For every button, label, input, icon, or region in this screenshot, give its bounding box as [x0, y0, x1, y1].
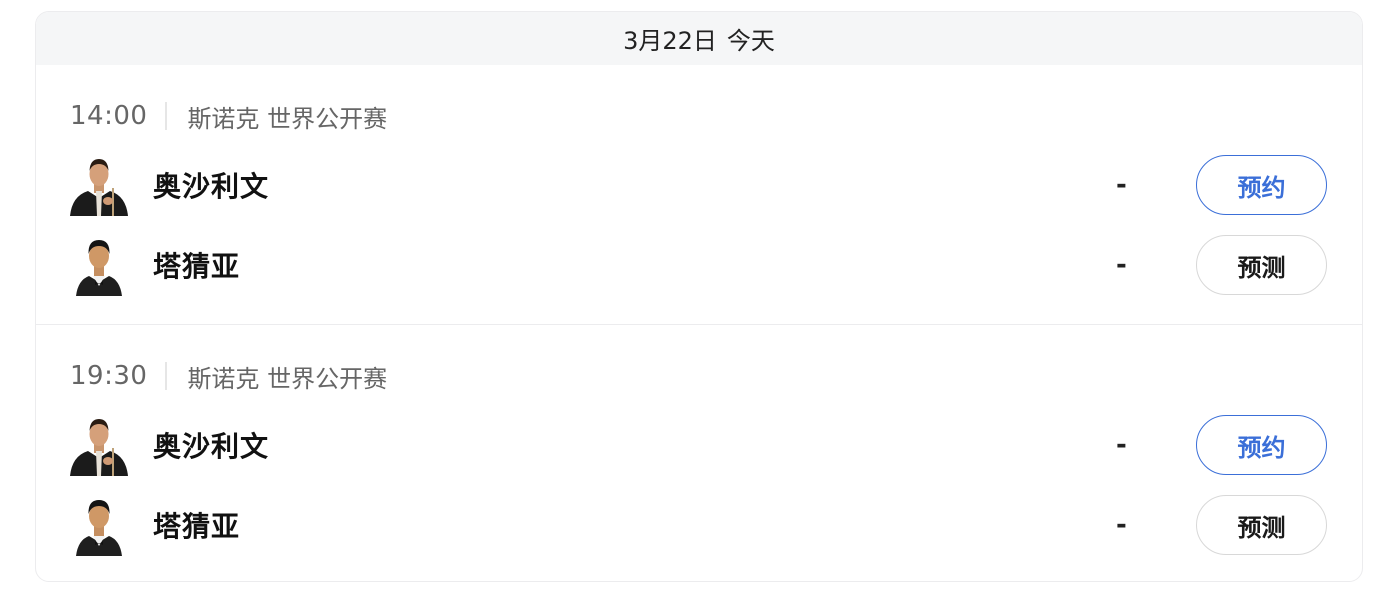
match-league: 斯诺克 世界公开赛: [187, 364, 388, 393]
match-item: 19:30 斯诺克 世界公开赛 奥沙利文 - 预约 塔猜亚 - 预测: [36, 324, 1362, 581]
player-name: 塔猜亚: [153, 250, 241, 283]
match-time: 19:30: [70, 361, 148, 391]
reserve-button[interactable]: 预约: [1196, 155, 1327, 215]
player-photo-thepchaiya-icon: [68, 494, 130, 556]
match-item: 14:00 斯诺克 世界公开赛 奥沙利文 - 预约 塔猜亚 - 预测: [36, 65, 1362, 324]
player-row: 塔猜亚 - 预测: [68, 494, 1362, 556]
player-row: 塔猜亚 - 预测: [68, 234, 1362, 296]
info-divider: [165, 102, 168, 130]
player-score: -: [1116, 170, 1127, 200]
date-label: 3月22日: [623, 27, 717, 55]
match-schedule-card: 3月22日 今天 14:00 斯诺克 世界公开赛 奥沙利文 - 预约 塔猜亚 -…: [35, 11, 1363, 582]
today-label: 今天: [726, 27, 775, 55]
match-info: 14:00 斯诺克 世界公开赛: [70, 101, 388, 133]
player-photo-thepchaiya-icon: [68, 234, 130, 296]
match-time: 14:00: [70, 101, 148, 131]
player-photo-osullivan-icon: [68, 414, 130, 476]
player-row: 奥沙利文 - 预约: [68, 154, 1362, 216]
predict-button[interactable]: 预测: [1196, 235, 1327, 295]
info-divider: [165, 362, 168, 390]
player-row: 奥沙利文 - 预约: [68, 414, 1362, 476]
player-name: 奥沙利文: [153, 430, 270, 463]
player-name: 奥沙利文: [153, 170, 270, 203]
match-info: 19:30 斯诺克 世界公开赛: [70, 361, 388, 393]
match-league: 斯诺克 世界公开赛: [187, 104, 388, 133]
predict-button[interactable]: 预测: [1196, 495, 1327, 555]
player-photo-osullivan-icon: [68, 154, 130, 216]
player-score: -: [1116, 430, 1127, 460]
date-header: 3月22日 今天: [36, 12, 1362, 65]
player-score: -: [1116, 510, 1127, 540]
player-name: 塔猜亚: [153, 510, 241, 543]
reserve-button[interactable]: 预约: [1196, 415, 1327, 475]
player-score: -: [1116, 250, 1127, 280]
